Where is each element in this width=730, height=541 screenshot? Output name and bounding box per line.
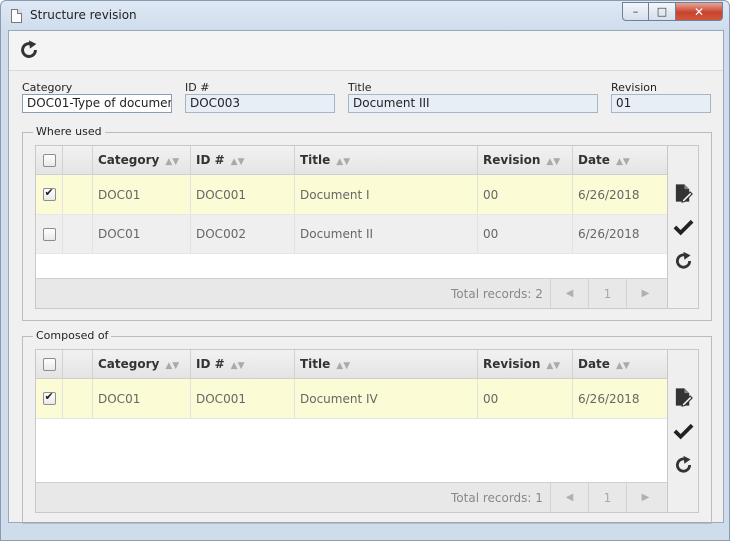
window-controls: – □ ✕ — [622, 2, 723, 21]
cell-revision: 00 — [478, 215, 573, 253]
header-id[interactable]: ID # ▲▼ — [191, 146, 295, 174]
dialog-body: Category DOC01-Type of document ID # DOC… — [8, 30, 724, 524]
sort-icon: ▲▼ — [615, 361, 630, 371]
row-checkbox[interactable] — [42, 227, 56, 241]
edit-document-icon[interactable] — [673, 182, 694, 204]
sort-icon: ▲▼ — [165, 157, 180, 167]
maximize-button[interactable]: □ — [649, 2, 676, 21]
grid-header: Category ▲▼ ID # ▲▼ Title ▲▼ Revision ▲▼ Dat… — [36, 146, 667, 175]
category-field[interactable]: DOC01-Type of document — [22, 94, 172, 113]
header-revision[interactable]: Revision ▲▼ — [478, 146, 573, 174]
composed-of-legend: Composed of — [33, 329, 112, 342]
refresh-icon[interactable] — [673, 454, 694, 476]
cell-category: DOC01 — [93, 175, 191, 214]
cell-category: DOC01 — [93, 215, 191, 253]
where-used-grid: Category ▲▼ ID # ▲▼ Title ▲▼ Revision ▲▼ Dat… — [35, 145, 668, 309]
sort-icon: ▲▼ — [546, 361, 561, 371]
cell-date: 6/26/2018 — [578, 187, 640, 202]
where-used-group: Where used Category ▲▼ ID # ▲▼ Title ▲▼ Rev… — [22, 125, 712, 321]
where-used-tools — [668, 145, 699, 309]
row-checkbox[interactable] — [42, 186, 56, 201]
sort-icon: ▲▼ — [336, 157, 351, 167]
header-category[interactable]: Category ▲▼ — [93, 350, 191, 378]
cell-title: Document II — [295, 215, 478, 253]
document-icon — [11, 9, 22, 23]
header-date[interactable]: Date ▲▼ — [573, 146, 667, 174]
header-title[interactable]: Title ▲▼ — [295, 350, 478, 378]
where-used-legend: Where used — [33, 125, 105, 138]
revision-field[interactable]: 01 — [611, 94, 711, 113]
refresh-icon[interactable] — [673, 250, 694, 272]
cell-id: DOC001 — [191, 379, 295, 418]
toolbar — [9, 31, 723, 71]
header-id[interactable]: ID # ▲▼ — [191, 350, 295, 378]
page-number: 1 — [588, 483, 626, 512]
title-bar: Structure revision – □ ✕ — [1, 1, 729, 30]
id-label: ID # — [185, 81, 210, 94]
cell-category: DOC01 — [93, 379, 191, 418]
header-date[interactable]: Date ▲▼ — [573, 350, 667, 378]
sort-icon: ▲▼ — [546, 157, 561, 167]
cell-date: 6/26/2018 — [578, 227, 640, 241]
cell-revision: 00 — [478, 379, 573, 418]
table-row[interactable]: DOC01 DOC002 Document II 00 6/26/2018 — [36, 215, 667, 254]
cell-title: Document IV — [295, 379, 478, 418]
cell-title: Document I — [295, 175, 478, 214]
next-page-button[interactable]: ▶ — [626, 483, 664, 512]
select-all-checkbox[interactable] — [42, 153, 56, 167]
page-number: 1 — [588, 279, 626, 308]
blank-header — [63, 146, 93, 174]
cell-date: 6/26/2018 — [578, 391, 640, 406]
header-revision[interactable]: Revision ▲▼ — [478, 350, 573, 378]
total-records: Total records: 1 — [451, 491, 543, 505]
title-label: Title — [348, 81, 372, 94]
revision-label: Revision — [611, 81, 657, 94]
prev-page-button[interactable]: ◀ — [550, 279, 588, 308]
checkmark-icon[interactable] — [673, 216, 694, 238]
checkmark-icon[interactable] — [673, 420, 694, 442]
sort-icon: ▲▼ — [230, 157, 245, 167]
select-all-checkbox[interactable] — [42, 357, 56, 371]
minimize-button[interactable]: – — [622, 2, 649, 21]
refresh-icon[interactable] — [18, 39, 40, 61]
sort-icon: ▲▼ — [336, 361, 351, 371]
sort-icon: ▲▼ — [615, 157, 630, 167]
header-title[interactable]: Title ▲▼ — [295, 146, 478, 174]
where-used-pager: Total records: 2 ◀ 1 ▶ — [36, 278, 667, 308]
table-row[interactable]: DOC01 DOC001 Document I 00 6/26/2018 — [36, 175, 667, 215]
header-category[interactable]: Category ▲▼ — [93, 146, 191, 174]
sort-icon: ▲▼ — [165, 361, 180, 371]
next-page-button[interactable]: ▶ — [626, 279, 664, 308]
category-label: Category — [22, 81, 73, 94]
composed-of-group: Composed of Category ▲▼ ID # ▲▼ Title ▲▼ Re… — [22, 329, 712, 524]
prev-page-button[interactable]: ◀ — [550, 483, 588, 512]
sort-icon: ▲▼ — [230, 361, 245, 371]
window-title: Structure revision — [30, 8, 137, 22]
select-all-cell — [36, 350, 63, 378]
blank-header — [63, 350, 93, 378]
close-button[interactable]: ✕ — [676, 2, 723, 21]
id-field[interactable]: DOC003 — [185, 94, 335, 113]
cell-id: DOC002 — [191, 215, 295, 253]
edit-document-icon[interactable] — [673, 386, 694, 408]
cell-revision: 00 — [478, 175, 573, 214]
title-field[interactable]: Document III — [348, 94, 598, 113]
total-records: Total records: 2 — [451, 287, 543, 301]
grid-header: Category ▲▼ ID # ▲▼ Title ▲▼ Revision ▲▼ Dat… — [36, 350, 667, 379]
structure-revision-window: Structure revision – □ ✕ Category DOC01-… — [0, 0, 730, 541]
composed-of-pager: Total records: 1 ◀ 1 ▶ — [36, 482, 667, 512]
composed-of-grid: Category ▲▼ ID # ▲▼ Title ▲▼ Revision ▲▼ Dat… — [35, 349, 668, 513]
select-all-cell — [36, 146, 63, 174]
table-row[interactable]: DOC01 DOC001 Document IV 00 6/26/2018 — [36, 379, 667, 419]
composed-of-tools — [668, 349, 699, 513]
cell-id: DOC001 — [191, 175, 295, 214]
row-checkbox[interactable] — [42, 390, 56, 405]
